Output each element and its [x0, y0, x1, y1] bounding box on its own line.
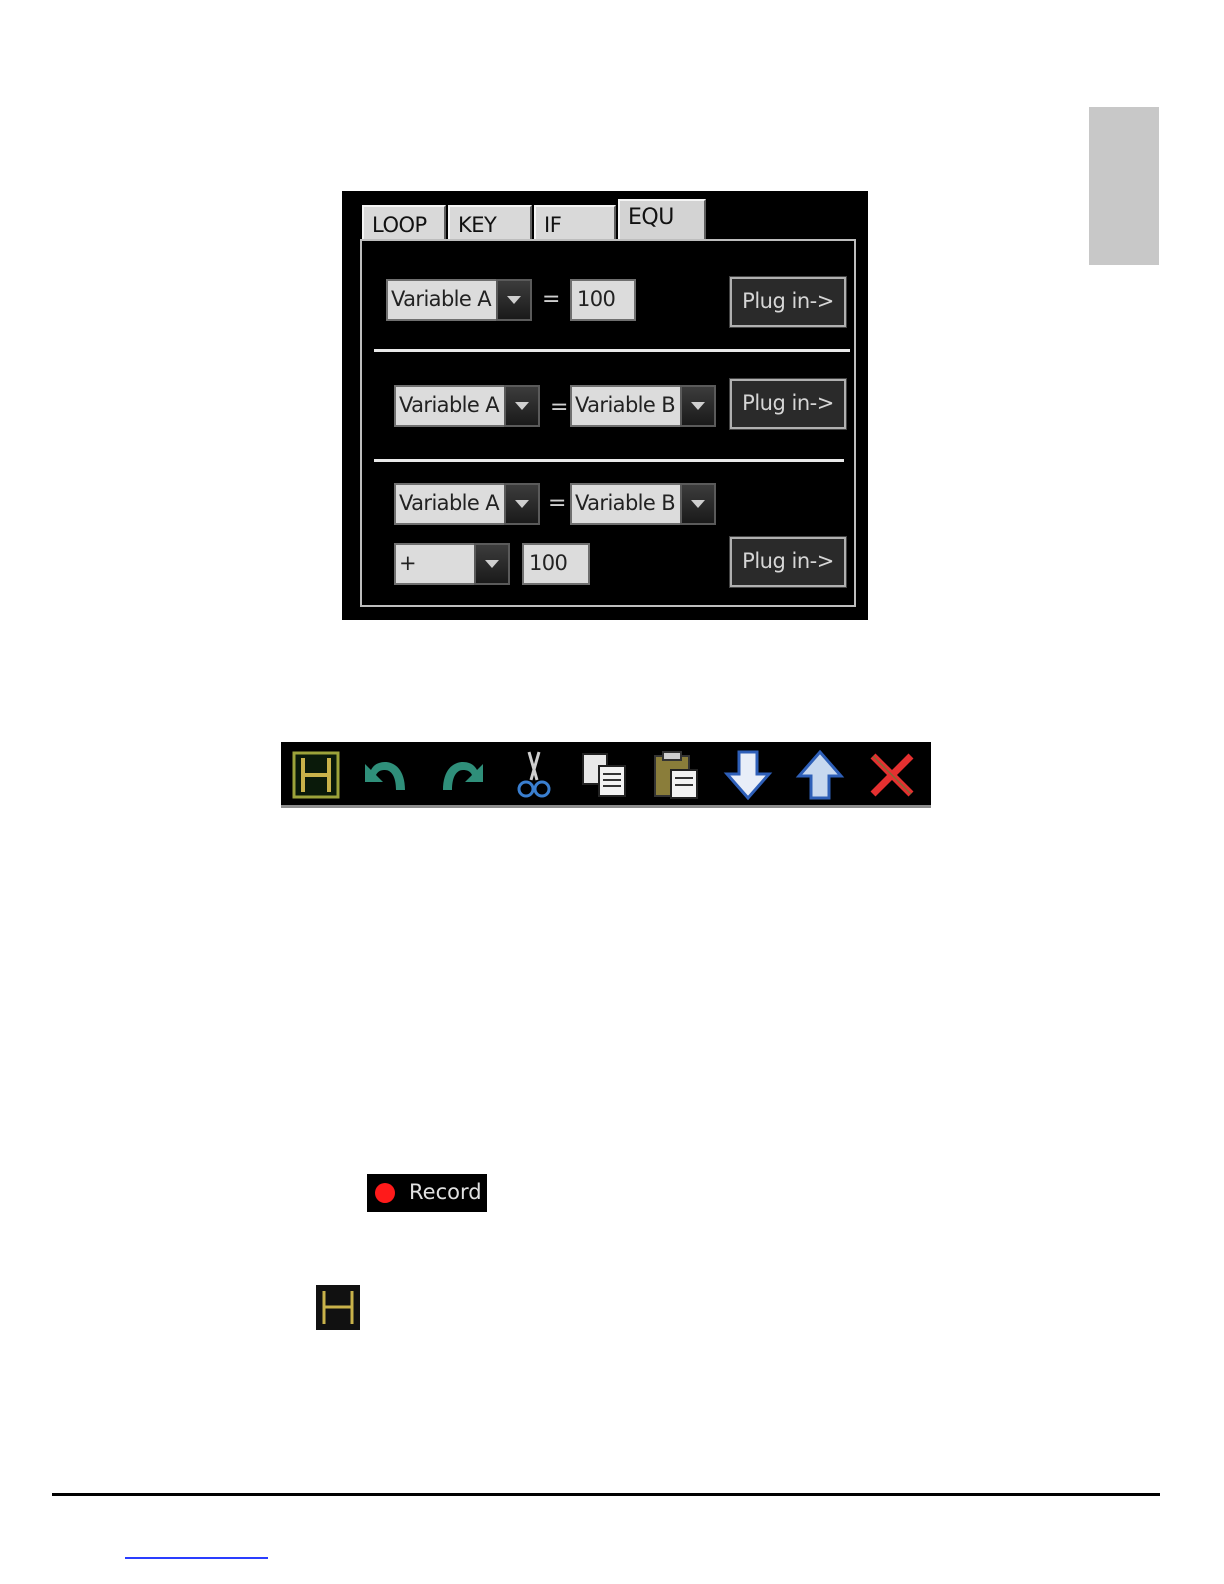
row2-equals-sign: =	[550, 395, 569, 420]
footer-link[interactable]	[125, 1557, 268, 1559]
record-button[interactable]: Record	[367, 1174, 487, 1212]
row3-operator-select[interactable]: +	[394, 543, 510, 585]
delete-icon[interactable]	[865, 748, 919, 802]
chevron-down-icon[interactable]	[504, 385, 540, 427]
footer-rule	[52, 1493, 1160, 1496]
row2-left-var-select[interactable]: Variable A	[394, 385, 540, 427]
row3-right-var-value: Variable B	[570, 483, 680, 525]
row2-plug-in-button[interactable]: Plug in->	[729, 378, 847, 430]
row1-left-var-select[interactable]: Variable A	[386, 279, 532, 321]
chevron-down-icon[interactable]	[474, 543, 510, 585]
row2-right-var-value: Variable B	[570, 385, 680, 427]
stop-icon	[316, 1285, 360, 1330]
row3-value-input[interactable]: 100	[522, 543, 590, 585]
row1-left-var-value: Variable A	[386, 279, 496, 321]
tab-equ[interactable]: EQU	[618, 199, 706, 239]
tab-loop[interactable]: LOOP	[362, 205, 446, 239]
cut-icon[interactable]	[507, 748, 561, 802]
chevron-down-icon[interactable]	[680, 483, 716, 525]
row1-plug-in-button[interactable]: Plug in->	[729, 276, 847, 328]
row1-value-input[interactable]: 100	[570, 279, 636, 321]
row3-operator-value: +	[394, 543, 474, 585]
record-label: Record	[409, 1180, 482, 1204]
row2-left-var-value: Variable A	[394, 385, 504, 427]
equ-panel: Variable A = 100 Plug in-> Variable A = …	[360, 239, 856, 607]
row-separator	[374, 459, 844, 462]
undo-icon[interactable]	[361, 748, 415, 802]
copy-icon[interactable]	[577, 748, 631, 802]
equ-dialog: LOOP KEY IF EQU Variable A = 100 Plug in…	[342, 191, 868, 620]
row3-equals-sign: =	[548, 491, 567, 516]
move-up-icon[interactable]	[793, 748, 847, 802]
row3-right-var-select[interactable]: Variable B	[570, 483, 716, 525]
row1-equals-sign: =	[542, 287, 561, 312]
side-page-tab	[1089, 107, 1159, 265]
chevron-down-icon[interactable]	[504, 483, 540, 525]
record-dot-icon	[375, 1183, 395, 1203]
tab-key[interactable]: KEY	[448, 205, 532, 239]
stop-icon[interactable]	[289, 748, 343, 802]
row3-left-var-select[interactable]: Variable A	[394, 483, 540, 525]
tab-if[interactable]: IF	[534, 205, 616, 239]
chevron-down-icon[interactable]	[680, 385, 716, 427]
row3-left-var-value: Variable A	[394, 483, 504, 525]
paste-icon[interactable]	[649, 748, 703, 802]
redo-icon[interactable]	[433, 748, 487, 802]
row3-plug-in-button[interactable]: Plug in->	[729, 536, 847, 588]
chevron-down-icon[interactable]	[496, 279, 532, 321]
row-separator	[374, 349, 850, 352]
move-down-icon[interactable]	[721, 748, 775, 802]
edit-toolbar	[281, 742, 931, 808]
row2-right-var-select[interactable]: Variable B	[570, 385, 716, 427]
